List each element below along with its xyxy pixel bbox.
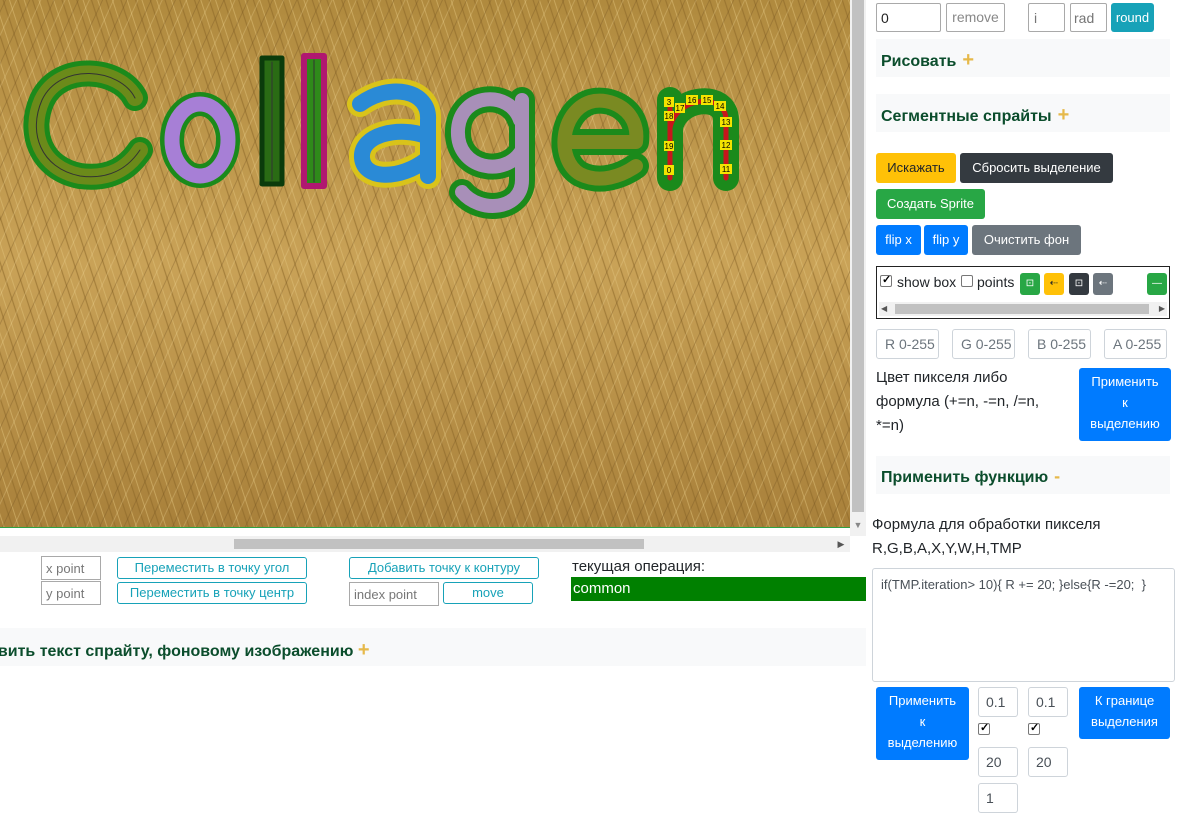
rad-input[interactable]	[1070, 3, 1107, 32]
contour-point-label: 15	[703, 96, 712, 105]
add-contour-point-button[interactable]: Добавить точку к контуру	[349, 557, 539, 579]
canvas-horizontal-scrollbar[interactable]: ▶	[0, 536, 850, 552]
formula-textarea[interactable]: if(TMP.iteration> 10){ R += 20; }else{R …	[872, 568, 1175, 682]
undo-arrow-icon[interactable]: ⇠	[1093, 273, 1113, 295]
arrow-left-icon[interactable]: ⇠	[1044, 273, 1064, 295]
flip-x-button[interactable]: flip x	[876, 225, 921, 255]
draw-section-header[interactable]: Рисовать +	[876, 39, 1170, 77]
value-input[interactable]	[876, 3, 941, 32]
right-tools-panel: remove round Рисовать + Сегментные спрайт…	[866, 0, 1177, 815]
points-checkbox[interactable]	[961, 275, 973, 287]
i-input[interactable]	[1028, 3, 1065, 32]
apply-function-to-selection-button[interactable]: Применить к выделению	[876, 687, 969, 760]
horizontal-scroll-thumb[interactable]	[234, 539, 644, 549]
param-input-3[interactable]	[978, 747, 1018, 777]
clear-background-button[interactable]: Очистить фон	[972, 225, 1081, 255]
param-input-1[interactable]	[978, 687, 1018, 717]
r-input[interactable]	[876, 329, 939, 359]
show-box-checkbox[interactable]	[880, 273, 892, 287]
param-input-2[interactable]	[1028, 687, 1068, 717]
index-point-input[interactable]	[349, 582, 439, 606]
contour-point-label: 11	[722, 165, 731, 174]
canvas-vertical-scrollbar[interactable]: ▼	[850, 0, 866, 536]
collapse-minus-icon[interactable]: -	[1054, 466, 1060, 486]
contour-point-label: 0	[667, 166, 672, 175]
apply-function-title: Применить функцию	[881, 469, 1049, 486]
pixel-color-description: Цвет пикселя либо формула (+=n, -=n, /=n…	[876, 369, 1040, 434]
remove-button[interactable]: remove	[946, 3, 1005, 32]
toolbox-scroll-thumb[interactable]	[895, 304, 1149, 314]
current-operation-label: текущая операция:	[572, 558, 706, 575]
x-point-input[interactable]	[41, 556, 101, 580]
current-operation-value: common	[571, 577, 866, 601]
flip-y-button[interactable]: flip y	[924, 225, 968, 255]
show-box-label: show box	[897, 274, 957, 290]
center-point-icon[interactable]: ⊡	[1069, 273, 1089, 295]
to-selection-border-button[interactable]: К границе выделения	[1079, 687, 1170, 739]
image-canvas[interactable]: 3 17 18 19 0 16 15 14 13 12 11	[0, 0, 850, 528]
contour-point-label: 3	[667, 98, 672, 107]
contour-point-label: 14	[716, 102, 725, 111]
expand-plus-icon[interactable]: +	[962, 49, 974, 71]
collapse-minus-icon[interactable]: —	[1147, 273, 1167, 295]
create-sprite-button[interactable]: Создать Sprite	[876, 189, 985, 219]
contour-point-label: 18	[665, 112, 674, 121]
expand-plus-icon[interactable]: +	[1058, 104, 1070, 126]
round-button[interactable]: round	[1111, 3, 1154, 32]
contour-point-label: 12	[722, 141, 731, 150]
apply-function-section-header[interactable]: Применить функцию -	[876, 456, 1170, 494]
vertical-scroll-thumb[interactable]	[852, 0, 864, 512]
draw-section-title: Рисовать	[881, 53, 957, 70]
contour-point-label: 19	[665, 142, 674, 151]
sprite-toolbox: show box points ⊡ ⇠ ⊡ ⇠ — ◀ ▶	[876, 266, 1170, 319]
apply-to-selection-button[interactable]: Применить к выделению	[1079, 368, 1171, 441]
a-input[interactable]	[1104, 329, 1167, 359]
move-button[interactable]: move	[443, 582, 533, 604]
formula-description: Формула для обработки пикселя R,G,B,A,X,…	[872, 516, 1101, 557]
contour-point-label: 16	[688, 96, 697, 105]
segment-sprites-section-header[interactable]: Сегментные спрайты +	[876, 94, 1170, 132]
param-checkbox-1[interactable]	[978, 721, 990, 735]
g-input[interactable]	[952, 329, 1015, 359]
add-text-section-header[interactable]: авить текст спрайту, фоновому изображени…	[0, 628, 866, 666]
contour-point-label: 17	[676, 104, 685, 113]
param-input-5[interactable]	[978, 783, 1018, 813]
move-to-center-button[interactable]: Переместить в точку центр	[117, 582, 307, 604]
reset-selection-button[interactable]: Сбросить выделение	[960, 153, 1113, 183]
distort-button[interactable]: Искажать	[876, 153, 956, 183]
scroll-left-arrow-icon[interactable]: ◀	[881, 302, 887, 316]
move-to-corner-button[interactable]: Переместить в точку угол	[117, 557, 307, 579]
scroll-down-arrow-icon[interactable]: ▼	[850, 518, 866, 532]
expand-plus-icon[interactable]: +	[358, 639, 370, 661]
contour-point-label: 13	[722, 118, 731, 127]
wheat-field-image: 3 17 18 19 0 16 15 14 13 12 11	[0, 0, 850, 527]
add-text-section-title: авить текст спрайту, фоновому изображени…	[0, 643, 354, 660]
toolbox-scrollbar[interactable]: ◀ ▶	[879, 302, 1167, 316]
select-point-icon[interactable]: ⊡	[1020, 273, 1040, 295]
points-label: points	[977, 274, 1015, 290]
param-input-4[interactable]	[1028, 747, 1068, 777]
param-checkbox-2[interactable]	[1028, 721, 1040, 735]
scroll-right-arrow-icon[interactable]: ▶	[1159, 302, 1165, 316]
scroll-right-arrow-icon[interactable]: ▶	[834, 536, 848, 552]
segment-sprites-title: Сегментные спрайты	[881, 108, 1052, 125]
b-input[interactable]	[1028, 329, 1091, 359]
y-point-input[interactable]	[41, 581, 101, 605]
